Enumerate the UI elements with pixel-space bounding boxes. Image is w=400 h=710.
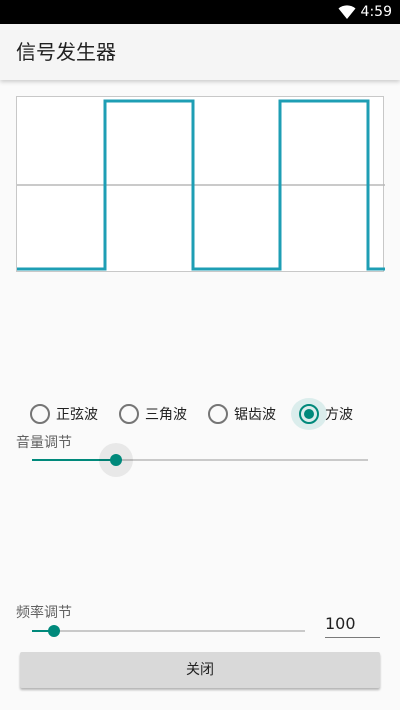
waveform-radio-group: 正弦波 三角波 锯齿波 方波 (16, 396, 386, 432)
waveform-display (16, 96, 385, 272)
radio-sawtooth-ring[interactable] (208, 404, 228, 424)
app-title: 信号发生器 (16, 40, 116, 64)
app-bar: 信号发生器 (0, 24, 400, 80)
radio-square-label: 方波 (325, 407, 353, 423)
radio-sine-label: 正弦波 (56, 407, 98, 423)
volume-slider[interactable] (32, 443, 368, 477)
status-clock: 4:59 (360, 4, 392, 20)
frequency-slider-track[interactable] (32, 630, 305, 632)
frequency-slider[interactable] (32, 616, 305, 646)
radio-triangle-ring[interactable] (119, 404, 139, 424)
volume-slider-thumb[interactable] (110, 454, 122, 466)
radio-sine[interactable]: 正弦波 (30, 396, 98, 432)
radio-sawtooth-label: 锯齿波 (234, 407, 276, 423)
wifi-icon (338, 5, 356, 19)
radio-sine-ring[interactable] (30, 404, 50, 424)
radio-square[interactable]: 方波 (291, 396, 353, 432)
radio-triangle[interactable]: 三角波 (119, 396, 187, 432)
frequency-input[interactable]: 100 (325, 612, 380, 638)
status-bar: 4:59 (0, 0, 400, 24)
frequency-slider-thumb[interactable] (48, 625, 60, 637)
waveform-canvas (17, 99, 385, 271)
close-button[interactable]: 关闭 (20, 652, 380, 688)
radio-square-ring[interactable] (299, 404, 319, 424)
radio-triangle-label: 三角波 (145, 407, 187, 423)
radio-sawtooth[interactable]: 锯齿波 (208, 396, 276, 432)
